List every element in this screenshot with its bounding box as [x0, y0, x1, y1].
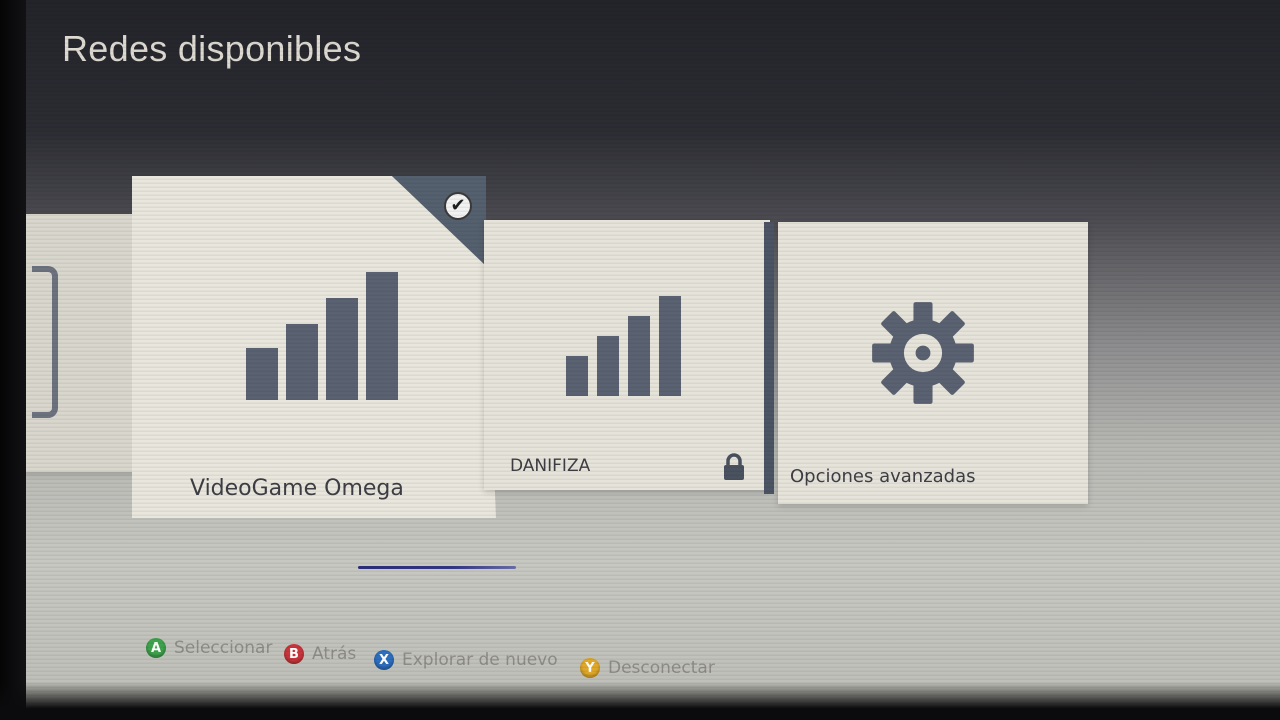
hint-label: Explorar de nuevo	[402, 650, 558, 670]
network-tile-danifiza[interactable]: DANIFIZA	[484, 220, 770, 490]
checkmark-circle-icon: ✔	[444, 192, 472, 220]
monitor-bezel-left	[0, 0, 26, 720]
signal-strength-icon	[566, 294, 681, 396]
network-tile-videogame-omega[interactable]: VideoGame Omega	[132, 176, 496, 518]
hint-disconnect: Y Desconectar	[580, 658, 715, 678]
y-button-icon: Y	[580, 658, 600, 678]
hint-select: A Seleccionar	[146, 638, 272, 658]
hint-label: Atrás	[312, 644, 357, 664]
focus-indicator	[358, 566, 516, 569]
screen: Redes disponibles VideoGame Omega ✔ DANI…	[0, 0, 1280, 720]
page-title: Redes disponibles	[62, 28, 362, 69]
x-button-icon: X	[374, 650, 394, 670]
b-button-icon: B	[284, 644, 304, 664]
lock-icon	[724, 453, 744, 480]
hint-rescan: X Explorar de nuevo	[374, 650, 558, 670]
hint-back: B Atrás	[284, 644, 356, 664]
tile-divider	[764, 222, 774, 494]
a-button-icon: A	[146, 638, 166, 658]
advanced-options-label: Opciones avanzadas	[790, 466, 976, 487]
signal-strength-icon	[246, 270, 398, 400]
monitor-bezel-bottom	[0, 682, 1280, 720]
partial-tile-icon	[32, 266, 58, 418]
network-name: VideoGame Omega	[190, 476, 404, 501]
hint-label: Seleccionar	[174, 638, 273, 658]
gear-icon	[872, 302, 974, 404]
network-name: DANIFIZA	[510, 456, 591, 476]
advanced-options-tile[interactable]: Opciones avanzadas	[778, 222, 1088, 504]
hint-label: Desconectar	[608, 658, 715, 678]
